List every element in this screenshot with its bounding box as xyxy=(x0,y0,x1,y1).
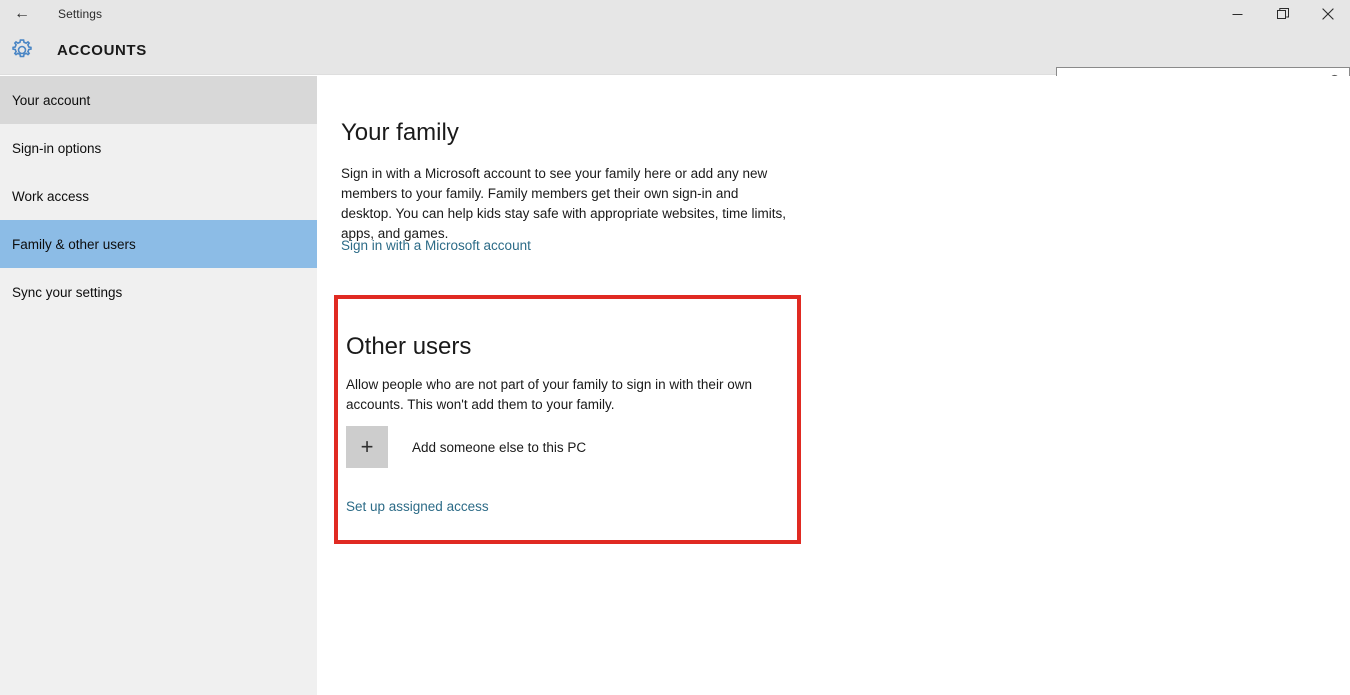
sidebar-item-label: Sync your settings xyxy=(12,284,123,300)
your-family-description: Sign in with a Microsoft account to see … xyxy=(341,165,786,241)
restore-icon xyxy=(1276,8,1289,19)
sidebar-item-sign-in-options[interactable]: Sign-in options xyxy=(0,124,317,172)
main-content: Your family Sign in with a Microsoft acc… xyxy=(317,76,1350,695)
restore-button[interactable] xyxy=(1260,0,1305,28)
close-icon xyxy=(1321,8,1334,20)
sidebar-item-your-account[interactable]: Your account xyxy=(0,76,317,124)
sign-in-with-microsoft-account-link[interactable]: Sign in with a Microsoft account xyxy=(341,238,531,253)
sidebar-item-sync-your-settings[interactable]: Sync your settings xyxy=(0,268,317,316)
back-button[interactable]: ← xyxy=(0,0,44,28)
set-up-assigned-access-link[interactable]: Set up assigned access xyxy=(346,499,489,514)
sidebar-item-label: Sign-in options xyxy=(12,140,102,156)
add-someone-else-label: Add someone else to this PC xyxy=(412,439,587,455)
window-title: Settings xyxy=(58,7,103,21)
your-family-heading: Your family xyxy=(341,119,459,147)
title-bar: ← Settings xyxy=(0,0,1350,28)
plus-icon: + xyxy=(346,426,388,468)
plus-glyph: + xyxy=(360,434,374,459)
other-users-heading: Other users xyxy=(346,332,472,360)
other-users-section: Other users Allow people who are not par… xyxy=(334,295,801,544)
settings-sidebar: Your account Sign-in options Work access… xyxy=(0,76,317,695)
sidebar-item-family-and-other-users[interactable]: Family & other users xyxy=(0,220,317,268)
minimize-button[interactable] xyxy=(1215,0,1260,28)
sidebar-item-work-access[interactable]: Work access xyxy=(0,172,317,220)
back-arrow-icon: ← xyxy=(14,5,30,22)
page-title: ACCOUNTS xyxy=(57,42,147,59)
category-header: ACCOUNTS xyxy=(0,28,1350,95)
sidebar-item-label: Family & other users xyxy=(12,236,136,252)
sidebar-item-label: Your account xyxy=(12,92,91,108)
window-controls xyxy=(1215,0,1350,28)
settings-window: ← Settings ACCOUNTS Find a setting Your … xyxy=(0,0,1350,695)
gear-icon xyxy=(12,39,32,58)
minimize-icon xyxy=(1232,13,1243,15)
sidebar-item-label: Work access xyxy=(12,188,90,204)
other-users-description: Allow people who are not part of your fa… xyxy=(346,376,752,412)
add-someone-else-button[interactable]: + Add someone else to this PC xyxy=(346,426,586,468)
close-button[interactable] xyxy=(1305,0,1350,28)
